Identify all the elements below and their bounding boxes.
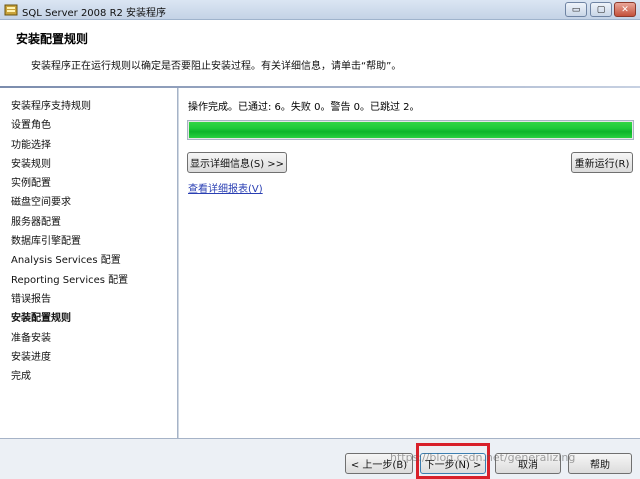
maximize-icon: ▢	[596, 4, 606, 15]
sidebar-item[interactable]: 设置角色	[0, 116, 177, 135]
title-bar: SQL Server 2008 R2 安装程序 ▭ ▢ ✕	[0, 0, 640, 20]
page-title: 安装配置规则	[16, 32, 89, 46]
watermark: https://blog.csdn.net/generalizing	[390, 451, 576, 464]
close-button[interactable]: ✕	[614, 2, 636, 17]
rerun-button[interactable]: 重新运行(R)	[571, 152, 633, 173]
window-title: SQL Server 2008 R2 安装程序	[22, 8, 167, 19]
sidebar-item[interactable]: 数据库引擎配置	[0, 232, 177, 251]
progress-bar	[187, 120, 634, 140]
sidebar-item[interactable]: 完成	[0, 367, 177, 386]
sql-server-icon	[4, 4, 18, 16]
sidebar-item[interactable]: 安装规则	[0, 155, 177, 174]
sidebar-item[interactable]: Reporting Services 配置	[0, 271, 177, 290]
sidebar-item[interactable]: 安装程序支持规则	[0, 97, 177, 116]
show-details-button[interactable]: 显示详细信息(S) >>	[187, 152, 287, 173]
minimize-icon: ▭	[571, 4, 581, 15]
sidebar-item[interactable]: 安装进度	[0, 348, 177, 367]
maximize-button[interactable]: ▢	[590, 2, 612, 17]
page-header: 安装配置规则 安装程序正在运行规则以确定是否要阻止安装过程。有关详细信息，请单击…	[0, 20, 640, 88]
sidebar-item[interactable]: Analysis Services 配置	[0, 251, 177, 270]
status-text: 操作完成。已通过: 6。失败 0。警告 0。已跳过 2。	[188, 102, 420, 113]
step-navigation: 安装程序支持规则 设置角色 功能选择 安装规则 实例配置 磁盘空间要求 服务器配置 数据库引擎…	[0, 88, 178, 438]
sidebar-item[interactable]: 磁盘空间要求	[0, 193, 177, 212]
sidebar-item[interactable]: 实例配置	[0, 174, 177, 193]
page-description: 安装程序正在运行规则以确定是否要阻止安装过程。有关详细信息，请单击“帮助”。	[31, 61, 402, 72]
sidebar-item[interactable]: 错误报告	[0, 290, 177, 309]
help-button[interactable]: 帮助	[568, 453, 632, 474]
sidebar-item[interactable]: 准备安装	[0, 329, 177, 348]
close-icon: ✕	[621, 4, 629, 15]
progress-fill	[189, 122, 632, 138]
minimize-button[interactable]: ▭	[565, 2, 587, 17]
view-report-link[interactable]: 查看详细报表(V)	[188, 180, 263, 195]
sidebar-item[interactable]: 服务器配置	[0, 213, 177, 232]
sidebar-item[interactable]: 功能选择	[0, 136, 177, 155]
content-pane: 操作完成。已通过: 6。失败 0。警告 0。已跳过 2。 显示详细信息(S) >…	[179, 88, 640, 438]
sidebar-item[interactable]: 安装配置规则	[0, 309, 177, 328]
